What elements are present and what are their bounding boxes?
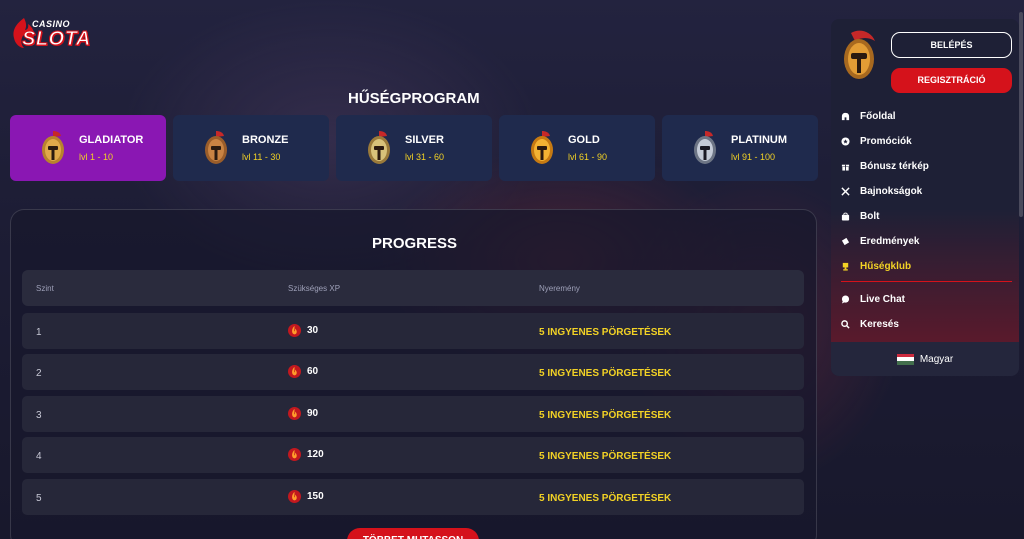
progress-title: PROGRESS — [371, 235, 458, 252]
xp-flame-icon — [288, 448, 301, 462]
tier-name: PLATINUM — [731, 134, 788, 146]
gold-helmet-icon — [531, 131, 553, 164]
trophy-icon — [842, 262, 849, 271]
chat-bubble-icon — [841, 294, 850, 304]
sidebar-item-label: Bajnokságok — [860, 185, 923, 197]
tier-list: GLADIATOR lvl 1 - 10 BRONZE lvl 11 - 30 … — [10, 115, 818, 181]
platinum-helmet-icon — [694, 131, 716, 164]
sidebar-item-label: Bolt — [860, 210, 880, 222]
page-scrollbar[interactable] — [1019, 12, 1023, 217]
tier-levels: lvl 91 - 100 — [731, 152, 776, 162]
level-cell: 1 — [36, 327, 42, 338]
star-badge-icon — [841, 136, 850, 146]
xp-cell: 30 — [288, 324, 318, 337]
casino-slota-logo[interactable]: CASINO SLOTA — [10, 16, 94, 52]
column-reward-header: Nyeremény — [539, 284, 580, 293]
bronze-helmet-icon — [205, 131, 227, 164]
xp-value: 30 — [307, 325, 319, 336]
tier-name: SILVER — [405, 134, 444, 146]
gift-icon — [841, 164, 850, 171]
level-cell: 4 — [36, 451, 42, 463]
shop-bag-icon — [841, 212, 850, 221]
hungary-flag-icon — [896, 353, 914, 365]
sidebar-item-label: Főoldal — [860, 110, 896, 122]
sidebar-item-live-chat[interactable]: Live Chat — [841, 292, 905, 306]
xp-value: 120 — [307, 449, 324, 461]
crossed-swords-icon — [841, 186, 850, 196]
tier-platinum[interactable]: PLATINUM lvl 91 - 100 — [662, 115, 818, 181]
sidebar-item-label: Hűségklub — [860, 260, 912, 272]
sidebar-divider — [841, 281, 1012, 282]
xp-flame-icon — [288, 324, 301, 337]
sidebar-item-label: Eredmények — [860, 235, 920, 247]
login-button[interactable]: BELÉPÉS — [891, 32, 1012, 58]
xp-flame-icon — [288, 489, 301, 503]
tier-name: BRONZE — [242, 134, 289, 146]
sidebar-item-loyalty-club[interactable]: Hűségklub — [841, 259, 911, 273]
column-level-header: Szint — [36, 284, 54, 293]
reward-cell: 5 INGYENES PÖRGETÉSEK — [539, 327, 672, 338]
sidebar-item-label: Promóciók — [860, 135, 912, 147]
tier-silver[interactable]: SILVER lvl 31 - 60 — [336, 115, 492, 181]
tier-gold[interactable]: GOLD lvl 61 - 90 — [499, 115, 655, 181]
sidebar-item-bonus-map[interactable]: Bónusz térkép — [841, 159, 929, 173]
tier-levels: lvl 31 - 60 — [405, 152, 445, 162]
reward-cell: 5 INGYENES PÖRGETÉSEK — [539, 409, 672, 421]
sidebar: BELÉPÉS REGISZTRÁCIÓ Főoldal Promóciók B… — [831, 19, 1019, 376]
table-row: 1 30 5 INGYENES PÖRGETÉSEK — [22, 313, 804, 349]
brand-name-text: SLOTA — [22, 28, 91, 51]
reward-cell: 5 INGYENES PÖRGETÉSEK — [539, 451, 672, 463]
table-header: Szint Szükséges XP Nyeremény — [22, 270, 804, 306]
reward-cell: 5 INGYENES PÖRGETÉSEK — [539, 368, 672, 380]
table-row: 3 90 5 INGYENES PÖRGETÉSEK — [22, 395, 804, 432]
silver-helmet-icon — [368, 131, 390, 164]
level-cell: 2 — [36, 368, 42, 380]
xp-value: 60 — [307, 366, 319, 378]
reward-cell: 5 INGYENES PÖRGETÉSEK — [539, 492, 672, 504]
xp-cell: 60 — [288, 365, 319, 379]
language-label: Magyar — [919, 353, 954, 365]
table-row: 4 120 5 INGYENES PÖRGETÉSEK — [22, 437, 804, 474]
table-row: 2 60 5 INGYENES PÖRGETÉSEK — [22, 354, 804, 391]
sidebar-item-shop[interactable]: Bolt — [841, 209, 879, 223]
tier-levels: lvl 61 - 90 — [568, 152, 608, 162]
xp-flame-icon — [288, 406, 301, 420]
search-icon — [841, 319, 850, 329]
progress-panel: PROGRESS Szint Szükséges XP Nyeremény 1 … — [10, 209, 817, 539]
tier-name: GLADIATOR — [79, 134, 144, 146]
gladiator-helmet-icon — [42, 131, 64, 164]
helmet-icon — [841, 112, 850, 120]
level-cell: 5 — [36, 492, 42, 504]
table-row: 5 150 5 INGYENES PÖRGETÉSEK — [22, 478, 804, 515]
tier-gladiator[interactable]: GLADIATOR lvl 1 - 10 — [10, 115, 166, 181]
show-more-button[interactable]: TÖBBET MUTASSON — [347, 528, 479, 539]
tier-levels: lvl 11 - 30 — [242, 152, 281, 162]
tier-levels: lvl 1 - 10 — [79, 152, 114, 162]
xp-value: 90 — [307, 407, 319, 419]
ticket-icon — [841, 237, 850, 245]
register-button[interactable]: REGISZTRÁCIÓ — [891, 68, 1012, 93]
tier-bronze[interactable]: BRONZE lvl 11 - 30 — [173, 115, 329, 181]
xp-value: 150 — [307, 490, 324, 502]
sidebar-item-results[interactable]: Eredmények — [841, 234, 919, 248]
xp-cell: 120 — [288, 448, 324, 462]
level-cell: 3 — [36, 409, 42, 421]
language-selector[interactable]: Magyar — [831, 342, 1019, 376]
sidebar-item-promotions[interactable]: Promóciók — [841, 134, 912, 148]
column-xp-header: Szükséges XP — [288, 284, 341, 293]
sidebar-item-label: Live Chat — [860, 293, 906, 305]
sidebar-item-search[interactable]: Keresés — [841, 317, 899, 331]
sidebar-item-label: Keresés — [860, 318, 899, 330]
xp-cell: 90 — [288, 406, 319, 420]
sidebar-item-label: Bónusz térkép — [860, 160, 929, 172]
sidebar-item-home[interactable]: Főoldal — [841, 109, 896, 123]
sidebar-item-tournaments[interactable]: Bajnokságok — [841, 184, 922, 198]
tier-name: GOLD — [568, 134, 600, 146]
avatar[interactable] — [839, 29, 879, 85]
table-body: 1 30 5 INGYENES PÖRGETÉSEK 2 60 5 INGYEN… — [22, 313, 804, 520]
page-title: HŰSÉGPROGRAM — [348, 90, 480, 107]
xp-flame-icon — [288, 365, 301, 379]
xp-cell: 150 — [288, 489, 324, 503]
